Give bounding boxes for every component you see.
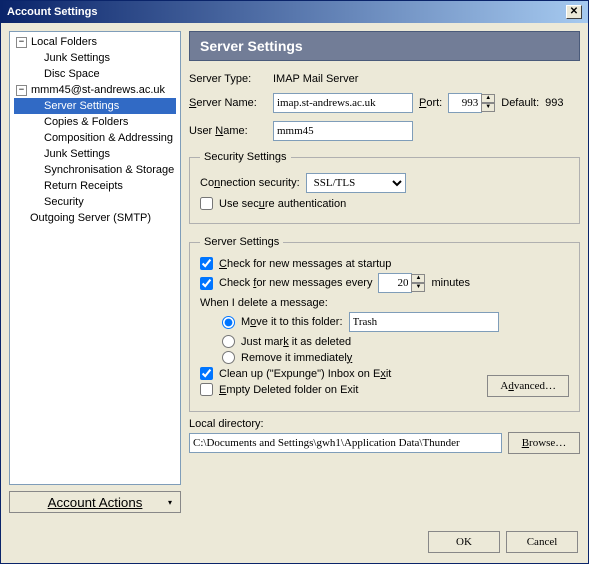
tree-label: Security xyxy=(44,196,84,208)
tree-item-sync-storage[interactable]: Synchronisation & Storage xyxy=(14,162,176,178)
minutes-label: minutes xyxy=(431,277,470,289)
port-label: Port: xyxy=(419,97,442,109)
when-delete-label: When I delete a message: xyxy=(200,297,569,309)
tree-label: mmm45@st-andrews.ac.uk xyxy=(31,84,165,96)
interval-input[interactable] xyxy=(378,273,412,293)
server-name-label: Server Name: xyxy=(189,97,267,109)
tree-label: Disc Space xyxy=(44,68,100,80)
delete-mark-radio[interactable] xyxy=(222,335,235,348)
page-title: Server Settings xyxy=(189,31,580,61)
tree-account[interactable]: − mmm45@st-andrews.ac.uk xyxy=(14,82,176,98)
tree-item-server-settings[interactable]: Server Settings xyxy=(14,98,176,114)
spin-up-icon[interactable]: ▲ xyxy=(481,94,495,103)
tree-label: Composition & Addressing xyxy=(44,132,173,144)
server-type-value: IMAP Mail Server xyxy=(273,73,358,85)
default-port-label: Default: xyxy=(501,97,539,109)
user-name-label: User Name: xyxy=(189,125,267,137)
delete-mark-label: Just mark it as deleted xyxy=(241,336,351,348)
tree-item-composition[interactable]: Composition & Addressing xyxy=(14,130,176,146)
dialog-buttons: OK Cancel xyxy=(428,531,578,553)
delete-remove-radio[interactable] xyxy=(222,351,235,364)
conn-security-select[interactable]: SSL/TLS xyxy=(306,173,406,193)
tree-local-folders[interactable]: − Local Folders xyxy=(14,34,176,50)
interval-spinner[interactable]: ▲▼ xyxy=(378,273,425,293)
tree-label: Junk Settings xyxy=(44,52,110,64)
check-every-label: Check for new messages every xyxy=(219,277,372,289)
account-tree: − Local Folders Junk Settings Disc Space… xyxy=(9,31,181,485)
group-legend: Security Settings xyxy=(200,151,291,163)
sidebar: − Local Folders Junk Settings Disc Space… xyxy=(9,31,181,513)
server-name-input[interactable] xyxy=(273,93,413,113)
tree-item-junk-settings[interactable]: Junk Settings xyxy=(14,50,176,66)
account-settings-window: Account Settings ✕ − Local Folders Junk … xyxy=(0,0,589,564)
button-label: Account Actions xyxy=(48,495,143,510)
tree-item-disc-space[interactable]: Disc Space xyxy=(14,66,176,82)
default-port-value: 993 xyxy=(545,97,563,109)
spin-down-icon[interactable]: ▼ xyxy=(411,283,425,292)
tree-label: Copies & Folders xyxy=(44,116,128,128)
check-startup-label: Check for new messages at startup xyxy=(219,258,391,270)
local-dir-input[interactable] xyxy=(189,433,502,453)
twisty-icon[interactable]: − xyxy=(16,37,27,48)
twisty-icon[interactable]: − xyxy=(16,85,27,96)
group-legend: Server Settings xyxy=(200,236,283,248)
tree-label: Outgoing Server (SMTP) xyxy=(30,212,151,224)
tree-item-copies-folders[interactable]: Copies & Folders xyxy=(14,114,176,130)
tree-item-security[interactable]: Security xyxy=(14,194,176,210)
dropdown-arrow-icon: ▾ xyxy=(168,498,172,507)
settings-pane: Server Settings Server Type: IMAP Mail S… xyxy=(189,31,580,513)
account-actions-button[interactable]: Account Actions ▾ xyxy=(9,491,181,513)
cleanup-checkbox[interactable] xyxy=(200,367,213,380)
spin-up-icon[interactable]: ▲ xyxy=(411,274,425,283)
tree-label: Server Settings xyxy=(44,100,119,112)
tree-item-return-receipts[interactable]: Return Receipts xyxy=(14,178,176,194)
secure-auth-label: Use secure authentication xyxy=(219,198,346,210)
browse-button[interactable]: Browse… xyxy=(508,432,580,454)
titlebar: Account Settings ✕ xyxy=(1,1,588,23)
check-every-checkbox[interactable] xyxy=(200,277,213,290)
spin-down-icon[interactable]: ▼ xyxy=(481,103,495,112)
tree-item-junk-settings[interactable]: Junk Settings xyxy=(14,146,176,162)
ok-button[interactable]: OK xyxy=(428,531,500,553)
tree-label: Junk Settings xyxy=(44,148,110,160)
cancel-button[interactable]: Cancel xyxy=(506,531,578,553)
cleanup-label: Clean up ("Expunge") Inbox on Exit xyxy=(219,368,391,380)
tree-label: Synchronisation & Storage xyxy=(44,164,174,176)
empty-deleted-label: Empty Deleted folder on Exit xyxy=(219,384,358,396)
delete-move-label: Move it to this folder: xyxy=(241,316,343,328)
tree-label: Return Receipts xyxy=(44,180,123,192)
conn-security-label: Connection security: xyxy=(200,177,300,189)
tree-item-outgoing-smtp[interactable]: Outgoing Server (SMTP) xyxy=(14,210,176,226)
user-name-input[interactable] xyxy=(273,121,413,141)
security-settings-group: Security Settings Connection security: S… xyxy=(189,151,580,224)
delete-remove-label: Remove it immediately xyxy=(241,352,352,364)
port-input[interactable] xyxy=(448,93,482,113)
secure-auth-checkbox[interactable] xyxy=(200,197,213,210)
tree-label: Local Folders xyxy=(31,36,97,48)
window-title: Account Settings xyxy=(7,6,97,18)
advanced-button[interactable]: Advanced… xyxy=(487,375,569,397)
port-spinner[interactable]: ▲▼ xyxy=(448,93,495,113)
local-dir-label: Local directory: xyxy=(189,418,580,430)
server-type-label: Server Type: xyxy=(189,73,267,85)
delete-move-radio[interactable] xyxy=(222,316,235,329)
empty-deleted-checkbox[interactable] xyxy=(200,383,213,396)
trash-folder-input[interactable] xyxy=(349,312,499,332)
server-settings-group: Server Settings Check for new messages a… xyxy=(189,236,580,412)
check-startup-checkbox[interactable] xyxy=(200,257,213,270)
close-icon[interactable]: ✕ xyxy=(566,5,582,19)
